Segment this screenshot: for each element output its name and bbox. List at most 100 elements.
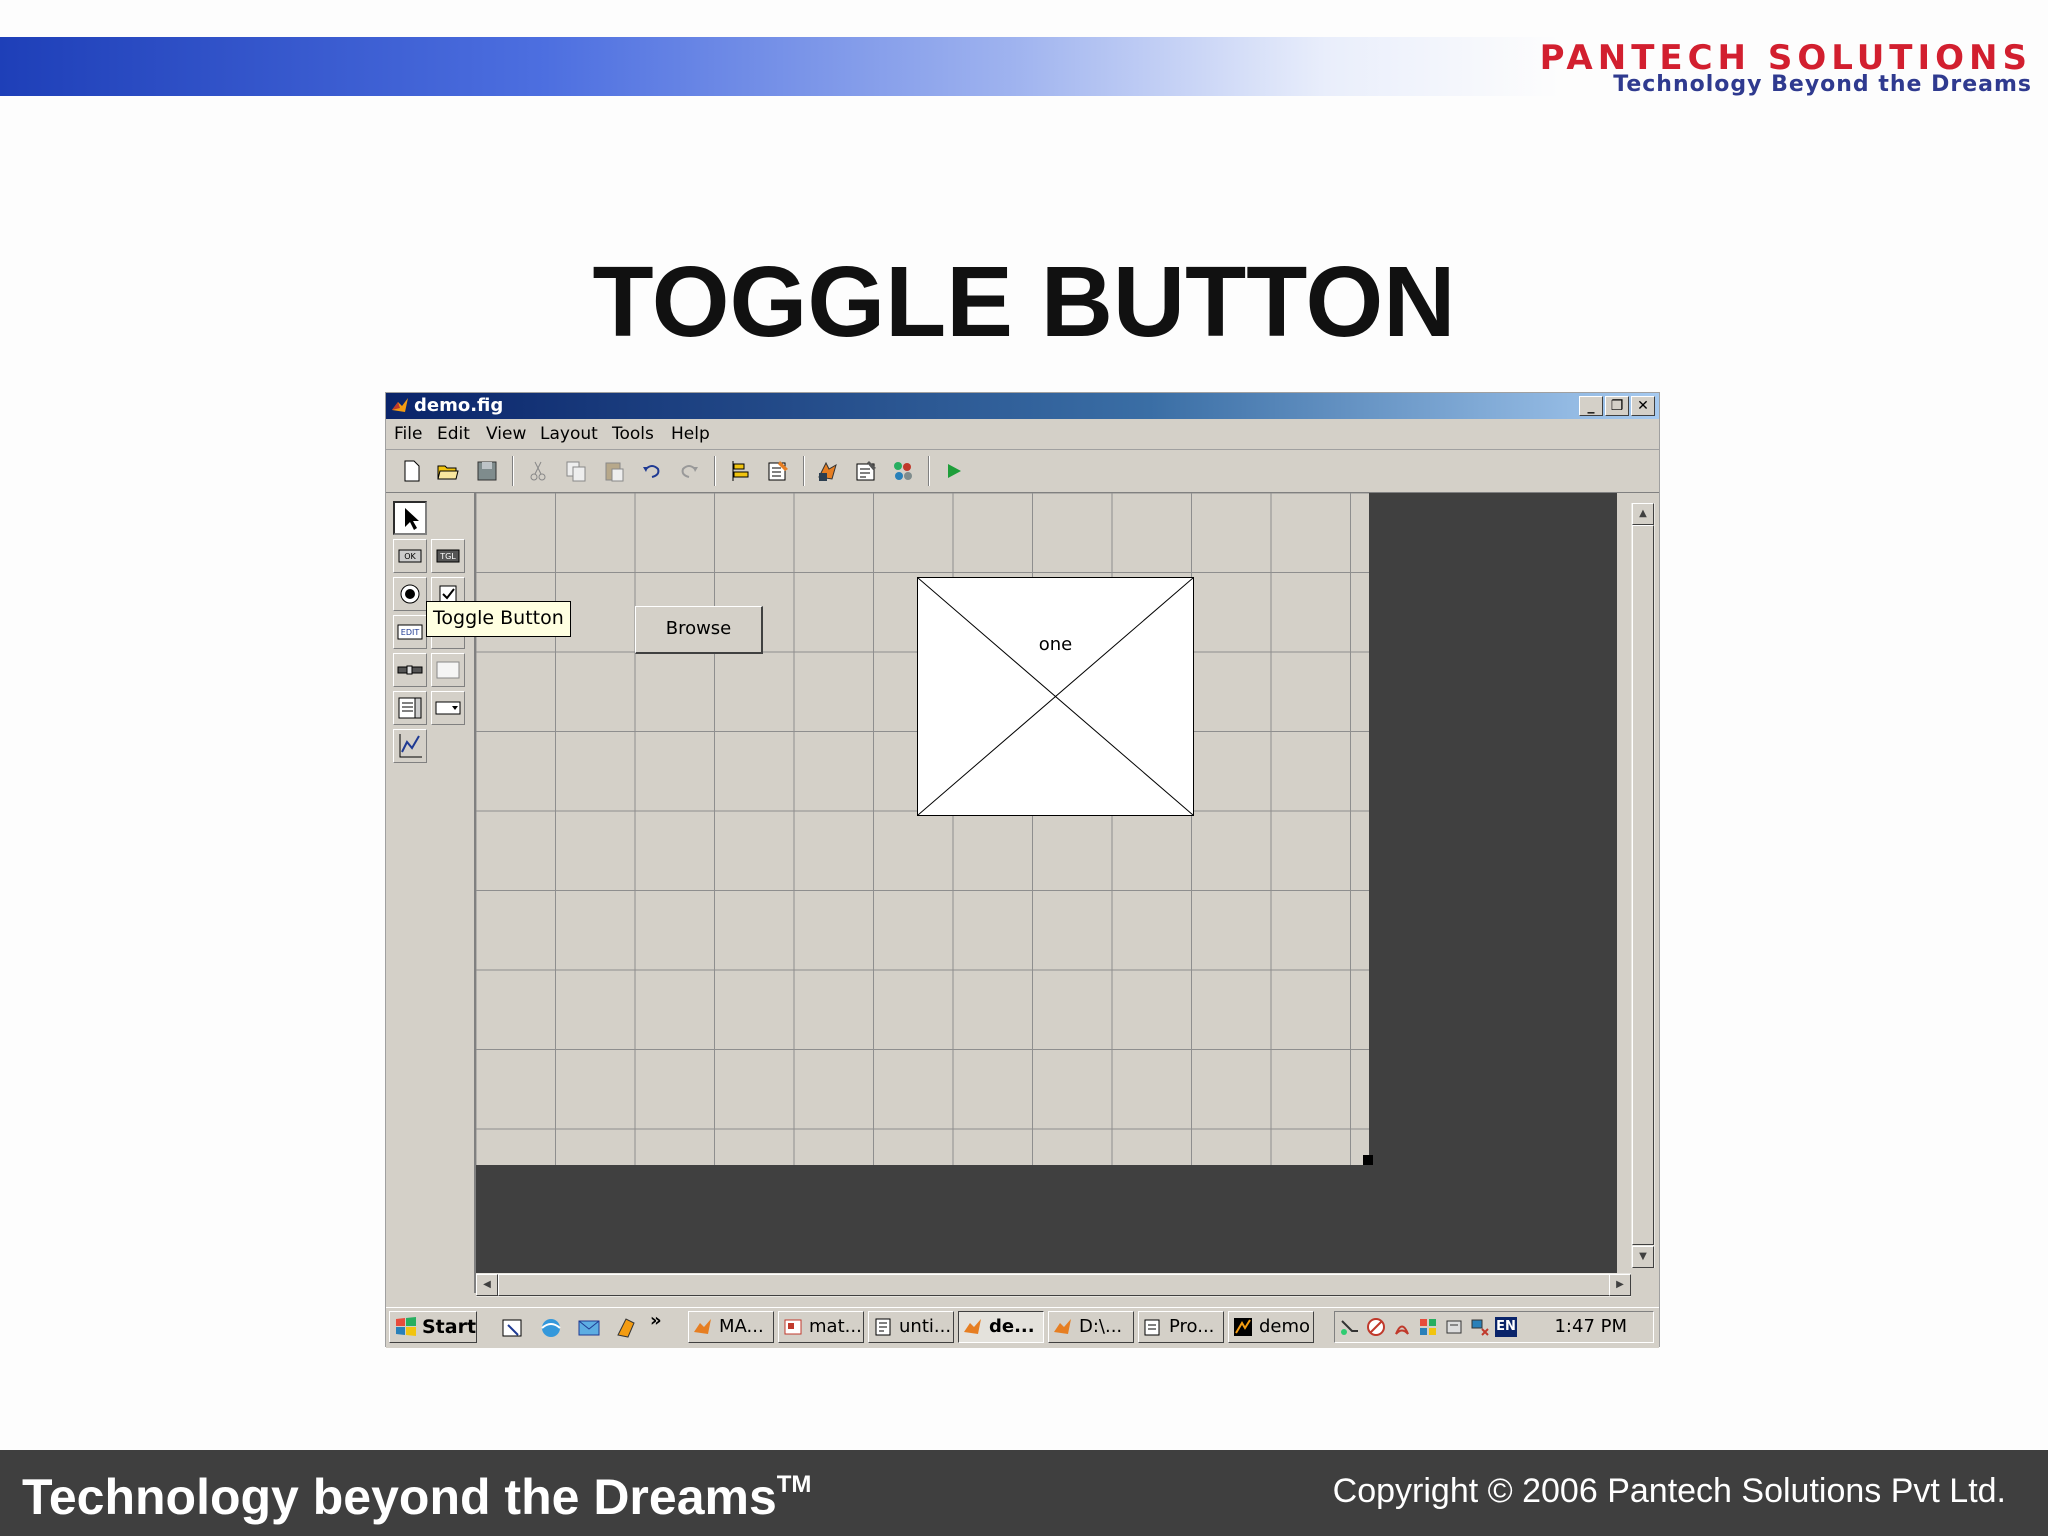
align-icon[interactable] [728,459,752,483]
push-button-icon[interactable]: OK [393,539,427,573]
object-browser-icon[interactable] [854,459,878,483]
horizontal-scroll-thumb[interactable] [498,1274,1610,1296]
header-gradient-bar [0,37,1560,96]
clock[interactable]: 1:47 PM [1554,1316,1627,1337]
task-button-property[interactable]: Pro... [1138,1311,1224,1343]
taskbar: Start » MA... mat... unti... de... D:\..… [386,1307,1659,1348]
task-label: Pro... [1169,1316,1215,1337]
svg-text:OK: OK [404,552,416,561]
window-titlebar[interactable]: demo.fig _ ❐ ✕ [386,393,1659,419]
security-icon[interactable] [1366,1317,1386,1337]
menu-layout[interactable]: Layout [540,424,598,444]
window-title: demo.fig [414,395,504,416]
logo-tagline: Technology Beyond the Dreams [1613,72,2032,97]
mail-icon[interactable] [576,1315,602,1341]
slide-footer: Technology beyond the DreamsTM Copyright… [0,1450,2048,1536]
scroll-right-icon[interactable]: ▶ [1609,1274,1631,1296]
start-label: Start [422,1316,477,1338]
open-folder-icon[interactable] [436,459,460,483]
guide-window: demo.fig _ ❐ ✕ File Edit View Layout Too… [385,392,1660,1348]
trademark-mark: TM [776,1471,812,1498]
task-label: MA... [719,1316,764,1337]
windows-logo-icon [396,1317,416,1336]
slide-title: TOGGLE BUTTON [592,246,1456,358]
menu-help[interactable]: Help [671,424,710,444]
task-button-powerpoint[interactable]: mat... [778,1311,864,1343]
run-icon[interactable] [942,459,966,483]
menu-editor-icon[interactable] [766,459,790,483]
toggle-button-icon[interactable]: TGL [431,539,465,573]
windows-flag-icon[interactable] [1418,1317,1438,1337]
property-inspector-icon[interactable] [816,459,840,483]
menubar: File Edit View Layout Tools Help [386,419,1659,450]
radio-button-icon[interactable] [393,577,427,611]
vertical-scrollbar[interactable]: ▲ ▼ [1631,503,1655,1268]
undo-icon[interactable] [640,459,664,483]
axes-placeholder[interactable]: one [917,577,1194,816]
paste-icon[interactable] [602,459,626,483]
task-button-drive[interactable]: D:\... [1048,1311,1134,1343]
popup-menu-icon[interactable] [431,691,465,725]
matlab-icon [1054,1319,1071,1334]
menu-view[interactable]: View [486,424,526,444]
start-button[interactable]: Start [389,1311,477,1343]
device-icon[interactable] [1444,1317,1464,1337]
save-icon[interactable] [475,459,499,483]
scroll-down-icon[interactable]: ▼ [1632,1246,1654,1268]
figure-icon [1234,1318,1252,1336]
resize-handle[interactable] [1363,1155,1373,1165]
network-disconnected-icon[interactable] [1470,1317,1490,1337]
quicklaunch-more-icon[interactable]: » [650,1310,662,1331]
task-label: mat... [809,1316,862,1337]
axes-label: one [1038,634,1073,655]
language-indicator[interactable]: EN [1495,1317,1517,1337]
acrobat-icon[interactable] [1392,1317,1412,1337]
network-icon[interactable] [1340,1317,1360,1337]
toggle-button-tooltip: Toggle Button [426,601,571,637]
redo-icon[interactable] [677,459,701,483]
browse-button[interactable]: Browse [635,606,763,654]
presentation-icon [784,1319,802,1335]
cut-icon[interactable] [526,459,550,483]
matlab-icon [392,398,408,412]
footer-tagline-text: Technology beyond the Dreams [22,1469,777,1525]
task-label: unti... [899,1316,952,1337]
task-button-demo[interactable]: demo [1228,1311,1314,1343]
close-button[interactable]: ✕ [1631,396,1655,416]
company-logo: PANTECH SOLUTIONS Technology Beyond the … [1540,38,2040,100]
scroll-left-icon[interactable]: ◀ [476,1274,498,1296]
edit-text-icon[interactable]: EDIT [393,615,427,649]
editor-icon [875,1318,891,1336]
new-file-icon[interactable] [400,459,424,483]
task-label: de... [989,1316,1035,1337]
task-button-untitled[interactable]: unti... [868,1311,954,1343]
toolbar [386,450,1659,493]
tab-order-icon[interactable] [891,459,915,483]
restore-button[interactable]: ❐ [1605,396,1629,416]
vertical-scroll-thumb[interactable] [1632,525,1654,1245]
task-button-demo-fig[interactable]: de... [958,1311,1044,1343]
svg-text:EDIT: EDIT [401,628,420,637]
task-label: D:\... [1079,1316,1123,1337]
desktop-icon[interactable] [500,1315,526,1341]
listbox-icon[interactable] [393,691,427,725]
frame-icon[interactable] [431,653,465,687]
system-tray: EN 1:47 PM [1334,1311,1654,1343]
slider-icon[interactable] [393,653,427,687]
menu-edit[interactable]: Edit [437,424,470,444]
task-label: demo [1259,1316,1311,1337]
menu-tools[interactable]: Tools [612,424,654,444]
menu-file[interactable]: File [394,424,422,444]
horizontal-scrollbar[interactable]: ◀ ▶ [476,1273,1631,1297]
footer-tagline: Technology beyond the DreamsTM [22,1468,811,1526]
layout-grid[interactable]: Browse one [476,493,1373,1165]
copy-icon[interactable] [564,459,588,483]
scroll-up-icon[interactable]: ▲ [1632,503,1654,525]
axes-icon[interactable] [393,729,427,763]
select-arrow-icon[interactable] [393,501,427,535]
task-button-matlab[interactable]: MA... [688,1311,774,1343]
media-icon[interactable] [614,1315,640,1341]
minimize-button[interactable]: _ [1579,396,1603,416]
browser-icon[interactable] [538,1315,564,1341]
property-inspector-icon [1144,1319,1160,1336]
